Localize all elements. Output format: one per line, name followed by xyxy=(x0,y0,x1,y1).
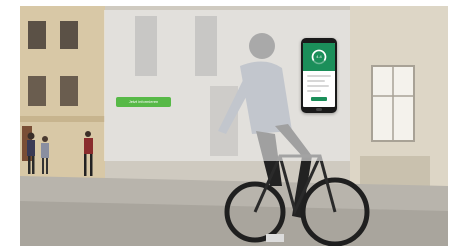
app-text-line xyxy=(307,80,325,82)
app-phone-mockup: 4.4 xyxy=(301,38,337,113)
more-info-button[interactable]: Jetzt informieren xyxy=(116,97,171,107)
app-header-area: 4.4 xyxy=(303,43,335,71)
app-screen: 4.4 xyxy=(303,43,335,107)
app-mini-button xyxy=(311,97,327,101)
app-text-line xyxy=(307,85,329,87)
app-text-line xyxy=(307,75,331,77)
app-text-line xyxy=(307,90,321,92)
app-score-value: 4.4 xyxy=(316,54,322,59)
phone-home-indicator xyxy=(316,108,322,111)
